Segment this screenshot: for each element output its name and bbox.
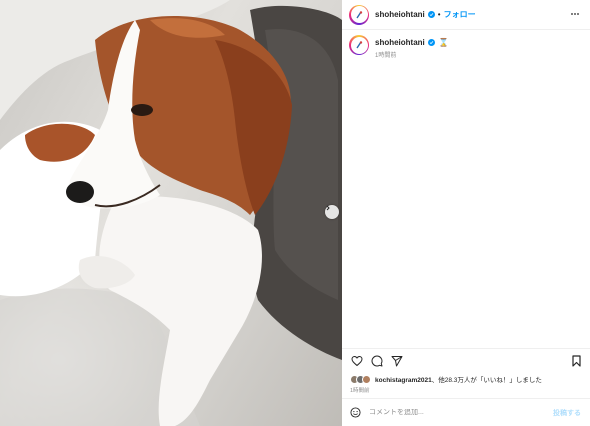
post-detail-panel: shoheiohtani • フォロー shoheiohtani ⌛ 1時間前 … [342, 0, 590, 426]
post-photo[interactable] [0, 0, 342, 426]
dog-photo-illustration [0, 0, 342, 426]
avatar-logo-icon [356, 10, 363, 18]
caption-username[interactable]: shoheiohtani [375, 38, 425, 47]
caption: shoheiohtani ⌛ 1時間前 [349, 35, 449, 59]
post-header: shoheiohtani • フォロー [342, 0, 590, 30]
liker-username[interactable]: kochistagram2021 [375, 377, 432, 384]
comment-input[interactable] [369, 409, 539, 416]
verified-badge-icon [427, 38, 435, 46]
separator: • [437, 10, 441, 19]
post-timestamp: 1時間前 [350, 388, 370, 394]
caption-avatar[interactable] [349, 35, 369, 55]
avatar[interactable] [349, 4, 369, 25]
chevron-right-icon [326, 205, 330, 211]
likes-summary: kochistagram2021、他28.3万人が「いいね！」しました [350, 374, 542, 384]
avatar-logo-icon [356, 41, 363, 49]
header-username[interactable]: shoheiohtani [375, 10, 425, 19]
carousel-next-button[interactable] [325, 205, 339, 219]
verified-badge-icon [427, 11, 435, 18]
liker-avatar[interactable] [362, 374, 371, 384]
smiley-icon[interactable] [350, 407, 361, 418]
comment-icon[interactable] [371, 355, 383, 367]
paper-plane-icon[interactable] [391, 355, 403, 367]
post-comment-button[interactable]: 投稿する [553, 408, 581, 418]
more-horizontal-icon[interactable] [570, 9, 580, 19]
heart-icon[interactable] [351, 355, 363, 367]
follow-button[interactable]: フォロー [444, 9, 476, 20]
caption-emoji: ⌛ [438, 37, 449, 47]
comment-bar: 投稿する [342, 398, 590, 426]
likes-count-text[interactable]: 、他28.3万人が「いいね！」しました [432, 377, 542, 384]
action-bar [342, 348, 590, 372]
caption-timestamp: 1時間前 [375, 53, 397, 59]
bookmark-icon[interactable] [571, 355, 582, 367]
